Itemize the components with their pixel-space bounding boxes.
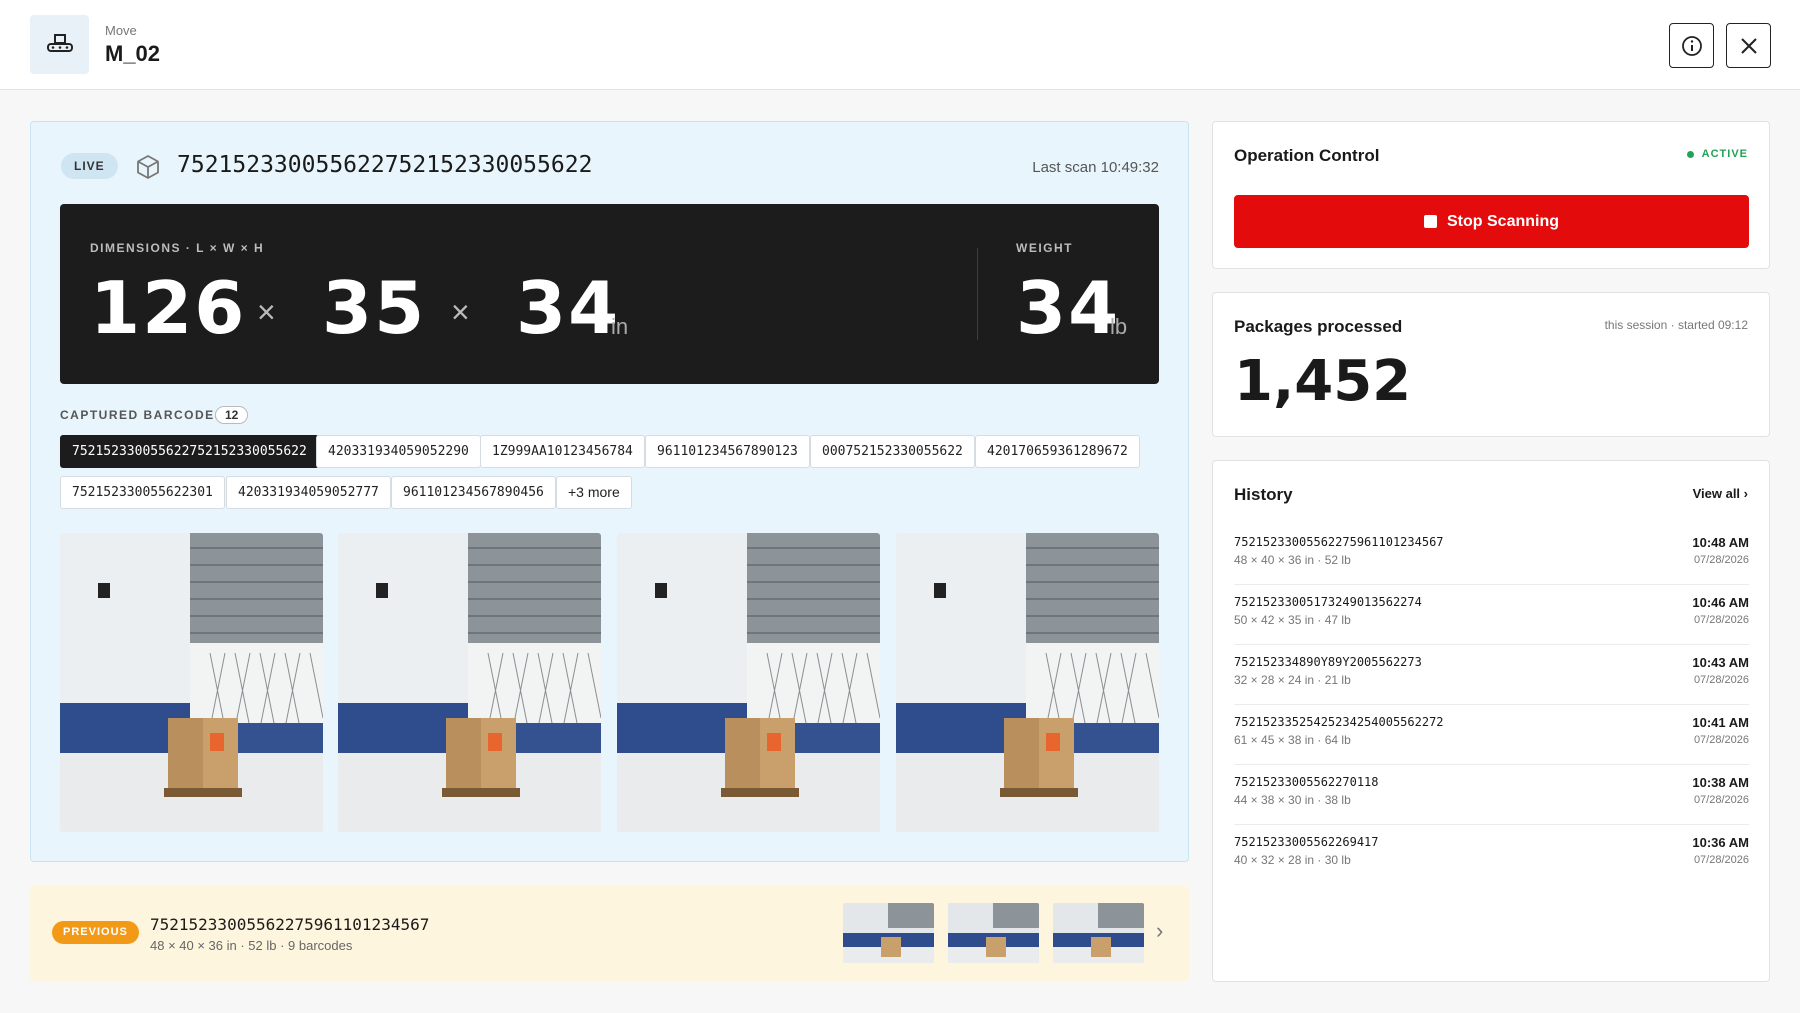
status-dot-icon xyxy=(1686,150,1694,158)
barcode-chip[interactable]: 0007521523300556​22 xyxy=(810,435,975,468)
history-date: 07/28/2026 xyxy=(1693,614,1749,626)
history-item[interactable]: 7521523352542523425400556227​2 61 × 45 ×… xyxy=(1234,705,1749,765)
length-value: 126 xyxy=(90,266,247,350)
history-barcode: 7521523352542523425400556227​2 xyxy=(1234,715,1444,729)
history-title: History xyxy=(1234,485,1293,504)
history-dimensions: 48 × 40 × 36 in · 52 lb xyxy=(1234,553,1351,567)
history-barcode: 75215233005173249013562274 xyxy=(1234,595,1422,609)
dimensions-display: DIMENSIONS · L × W × H 126 × 35 × 34 in … xyxy=(60,204,1159,384)
live-barcode: 75215233005562275215233005562​2 xyxy=(177,152,593,178)
barcode-chip[interactable]: 961101234567890123 xyxy=(645,435,810,468)
history-date: 07/28/2026 xyxy=(1693,554,1749,566)
status-badge: ACTIVE xyxy=(1686,148,1748,160)
history-dimensions: 61 × 45 × 38 in · 64 lb xyxy=(1234,733,1351,747)
packages-count: 1,452 xyxy=(1234,349,1412,414)
header-subtitle: Move xyxy=(105,23,137,38)
history-time: 10:48 AM xyxy=(1692,535,1749,550)
stop-scanning-button[interactable]: Stop Scanning xyxy=(1234,195,1749,248)
info-button[interactable] xyxy=(1669,23,1714,68)
info-icon xyxy=(1681,35,1703,57)
dimensions-label: DIMENSIONS · L × W × H xyxy=(90,241,265,255)
live-badge: LIVE xyxy=(61,153,118,179)
dimension-unit: in xyxy=(611,314,629,339)
last-scan-time: Last scan 10:49:32 xyxy=(1032,159,1159,176)
chevron-right-icon[interactable]: › xyxy=(1156,918,1163,944)
history-barcode: 75215233005562275961101234567 xyxy=(1234,535,1444,549)
stop-scanning-label: Stop Scanning xyxy=(1447,212,1559,230)
packages-processed-card: Packages processed this session · starte… xyxy=(1212,292,1770,437)
operation-control-title: Operation Control xyxy=(1234,146,1380,165)
page-title: M_02 xyxy=(105,41,161,66)
history-item[interactable]: 75215233005562275961101234567 48 × 40 × … xyxy=(1234,525,1749,585)
weight-unit: lb xyxy=(1110,314,1128,339)
previous-barcode: 7521523300556227596110123456​7 xyxy=(150,915,430,934)
history-date: 07/28/2026 xyxy=(1693,734,1749,746)
history-barcode: 752152330055622694​17 xyxy=(1234,835,1379,849)
package-photo[interactable] xyxy=(338,533,601,832)
captured-barcodes-label: CAPTURED BARCODES xyxy=(60,408,225,422)
close-icon xyxy=(1739,36,1759,56)
history-dimensions: 50 × 42 × 35 in · 47 lb xyxy=(1234,613,1351,627)
history-date: 07/28/2026 xyxy=(1693,794,1749,806)
history-time: 10:36 AM xyxy=(1692,835,1749,850)
history-item[interactable]: 752152330055622701​18 44 × 38 × 30 in · … xyxy=(1234,765,1749,825)
weight-label: WEIGHT xyxy=(1016,241,1073,255)
history-item[interactable]: 752152334890Y89Y2005562273 32 × 28 × 24 … xyxy=(1234,645,1749,705)
divider xyxy=(977,248,978,340)
barcode-count-badge: 12 xyxy=(215,406,249,424)
previous-thumbnail[interactable] xyxy=(843,903,934,963)
stop-icon xyxy=(1424,215,1437,228)
history-barcode: 752152330055622701​18 xyxy=(1234,775,1379,789)
history-item[interactable]: 752152330055622694​17 40 × 32 × 28 in · … xyxy=(1234,825,1749,885)
status-text: ACTIVE xyxy=(1701,148,1748,160)
history-dimensions: 44 × 38 × 30 in · 38 lb xyxy=(1234,793,1351,807)
live-scan-panel: LIVE 75215233005562275215233005562​2 Las… xyxy=(30,121,1189,862)
more-barcodes-button[interactable]: +3 more xyxy=(556,476,632,509)
barcode-chip[interactable]: 752152330055622752152330055622 xyxy=(60,435,319,468)
package-icon xyxy=(135,154,161,180)
barcode-chip[interactable]: 1Z999AA10123456784 xyxy=(480,435,645,468)
previous-badge: PREVIOUS xyxy=(52,921,139,944)
weight-value: 34 xyxy=(1016,266,1121,350)
barcode-chip[interactable]: 420331934059052290 xyxy=(316,435,481,468)
previous-scan-bar[interactable]: PREVIOUS 7521523300556227596110123456​7 … xyxy=(30,886,1189,981)
barcode-chip[interactable]: 420331934059052777 xyxy=(226,476,391,509)
history-time: 10:41 AM xyxy=(1692,715,1749,730)
times-sign: × xyxy=(257,294,276,330)
history-item[interactable]: 75215233005173249013562274 50 × 42 × 35 … xyxy=(1234,585,1749,645)
barcode-chip[interactable]: 752152330055622301 xyxy=(60,476,225,509)
previous-meta: 48 × 40 × 36 in · 52 lb · 9 barcodes xyxy=(150,938,353,953)
operation-control-card: Operation Control ACTIVE Stop Scanning xyxy=(1212,121,1770,269)
history-time: 10:38 AM xyxy=(1692,775,1749,790)
height-value: 34 xyxy=(516,266,621,350)
history-date: 07/28/2026 xyxy=(1693,854,1749,866)
conveyor-icon xyxy=(30,15,89,74)
history-time: 10:46 AM xyxy=(1692,595,1749,610)
packages-processed-title: Packages processed xyxy=(1234,317,1403,336)
barcode-chip[interactable]: 420170659361289672 xyxy=(975,435,1140,468)
times-sign: × xyxy=(451,294,470,330)
session-info: this session · started 09:12 xyxy=(1604,318,1748,332)
history-dimensions: 32 × 28 × 24 in · 21 lb xyxy=(1234,673,1351,687)
previous-thumbnail[interactable] xyxy=(1053,903,1144,963)
history-barcode: 752152334890Y89Y2005562273 xyxy=(1234,655,1422,669)
history-date: 07/28/2026 xyxy=(1693,674,1749,686)
previous-thumbnail[interactable] xyxy=(948,903,1039,963)
package-photo[interactable] xyxy=(896,533,1159,832)
package-photo[interactable] xyxy=(60,533,323,832)
package-photo[interactable] xyxy=(617,533,880,832)
barcode-chip[interactable]: 961101234567890456 xyxy=(391,476,556,509)
width-value: 35 xyxy=(322,266,427,350)
history-card: History View all › 752152330055622759611… xyxy=(1212,460,1770,982)
close-button[interactable] xyxy=(1726,23,1771,68)
top-header: Move M_02 xyxy=(0,0,1800,90)
history-dimensions: 40 × 32 × 28 in · 30 lb xyxy=(1234,853,1351,867)
view-all-link[interactable]: View all › xyxy=(1693,486,1748,501)
history-time: 10:43 AM xyxy=(1692,655,1749,670)
